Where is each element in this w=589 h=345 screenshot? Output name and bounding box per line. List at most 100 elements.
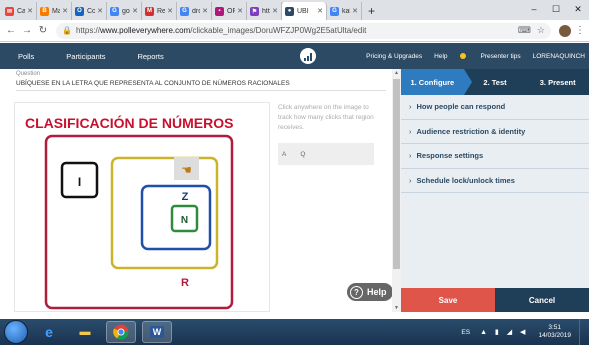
cancel-button[interactable]: Cancel [495,288,589,312]
help-question-icon: ? [350,285,363,299]
number-sets-diagram: CLASIFICACIÓN DE NÚMEROS I ☚ Z N R [25,114,233,310]
tab-title: Co [87,7,96,15]
tab-close-icon[interactable]: ✕ [202,7,208,15]
tab-title: Cal [17,7,25,15]
scroll-up-icon[interactable]: ▲ [392,70,401,76]
scroll-down-icon[interactable]: ▼ [392,305,401,311]
answer-regions: A Q [278,143,374,165]
start-button[interactable] [4,320,28,344]
help-link[interactable]: Help [434,53,447,60]
chrome-taskbar-icon[interactable] [106,321,136,343]
presenter-tips-link[interactable]: Presenter tips [459,53,521,60]
content-scrollbar[interactable]: ▲ ▼ [392,69,401,312]
bookmark-star-icon[interactable]: ☆ [537,25,545,36]
main-nav: Polls Participants Reports [0,52,178,61]
accordion-response-settings[interactable]: › Response settings [401,144,589,169]
tab-title: htt [262,7,270,15]
nav-polls[interactable]: Polls [18,52,34,61]
browser-tab[interactable]: Gdro✕ [177,2,212,20]
tab-close-icon[interactable]: ✕ [132,7,138,15]
answer-a[interactable]: A [282,151,286,158]
tab-close-icon[interactable]: ✕ [97,7,103,15]
app-header: Polls Participants Reports Pricing & Upg… [0,43,589,69]
browser-tab[interactable]: M Re ✕ [142,2,177,20]
new-tab-button[interactable]: + [368,2,375,20]
browser-tab[interactable]: ⚑ htt ✕ [247,2,282,20]
click-hint-text: Click anywhere on the image to track how… [278,104,374,131]
click-marker-icon: ☚ [181,163,192,177]
tab-favicon-icon: ▪ [215,6,224,16]
set-Z-label: Z [182,191,189,203]
close-window-icon[interactable]: ✕ [567,0,589,20]
chevron-right-icon: › [409,102,412,112]
window-controls: – ☐ ✕ [523,0,589,20]
tab-favicon-icon: ● [285,6,294,16]
browser-tab[interactable]: ● UBI ✕ [282,2,327,20]
tab-title: OR [227,7,235,15]
url-text: https://www.polleverywhere.com/clickable… [75,26,367,35]
tray-icons[interactable]: ▲ ▮ ◢ ◀ [480,328,528,336]
tab-title: Ma [52,7,60,15]
tab-close-icon[interactable]: ✕ [352,7,358,15]
minimize-icon[interactable]: – [523,0,545,20]
tab-close-icon[interactable]: ✕ [27,7,33,15]
back-icon[interactable]: ← [4,25,18,36]
user-menu[interactable]: LORENAQUINCH [533,53,585,60]
tab-close-icon[interactable]: ✕ [272,7,278,15]
forward-icon[interactable]: → [20,25,34,36]
browser-tab[interactable]: BMa✕ [37,2,72,20]
tab-present[interactable]: 3. Present [526,69,589,95]
answer-q[interactable]: Q [300,151,305,158]
address-bar: ← → ↻ 🔒 https://www.polleverywhere.com/c… [0,20,589,42]
tab-title: kah [342,7,350,15]
tab-list: ✉Cal✕BMa✕OCo✕Ggoo✕MRe✕Gdro✕▪OR✕⚑htt✕●UBI… [2,2,362,20]
show-desktop-button[interactable] [579,319,585,345]
clock[interactable]: 3:51 14/03/2019 [538,324,571,340]
language-indicator[interactable]: ES [461,329,470,336]
browser-tab[interactable]: ▪OR✕ [212,2,247,20]
ie-taskbar-icon[interactable]: e [34,321,64,343]
accordion-how-people-respond[interactable]: › How people can respond [401,95,589,120]
accordion-schedule-lock[interactable]: › Schedule lock/unlock times [401,169,589,193]
translate-icon[interactable]: ⌨ [518,25,531,36]
help-button[interactable]: ? Help [347,283,393,301]
browser-tab[interactable]: Gkah✕ [327,2,362,20]
tab-favicon-icon: G [180,6,189,16]
save-button[interactable]: Save [401,288,495,312]
tab-favicon-icon: G [110,6,119,16]
pricing-link[interactable]: Pricing & Upgrades [366,53,422,60]
maximize-icon[interactable]: ☐ [545,0,567,20]
system-tray: ES ▲ ▮ ◢ ◀ 3:51 14/03/2019 [461,319,585,345]
header-right: Pricing & Upgrades Help Presenter tips L… [354,43,585,69]
browser-tab[interactable]: ✉Cal✕ [2,2,37,20]
tab-test[interactable]: 2. Test [464,69,527,95]
tab-configure[interactable]: 1. Configure [401,69,472,95]
chevron-right-icon: › [409,175,412,185]
reload-icon[interactable]: ↻ [36,25,50,36]
accordion-audience-restriction[interactable]: › Audience restriction & identity [401,120,589,144]
question-text-field[interactable]: UBÍQUESE EN LA LETRA QUE REPRESENTA AL C… [16,80,386,91]
tab-close-icon[interactable]: ✕ [237,7,243,15]
polleverywhere-logo-icon[interactable] [300,48,316,64]
nav-reports[interactable]: Reports [137,52,163,61]
nav-participants[interactable]: Participants [66,52,105,61]
url-input[interactable]: 🔒 https://www.polleverywhere.com/clickab… [56,22,551,39]
menu-kebab-icon[interactable]: ⋮ [575,25,585,36]
tab-close-icon[interactable]: ✕ [317,7,323,15]
tab-close-icon[interactable]: ✕ [167,7,173,15]
question-label: Question [16,71,41,77]
word-taskbar-icon[interactable]: W [142,321,172,343]
profile-avatar[interactable] [559,24,571,37]
panel-actions: Save Cancel [401,288,589,312]
tab-favicon-icon: G [330,6,339,16]
tab-close-icon[interactable]: ✕ [62,7,68,15]
browser-tab[interactable]: O Co ✕ [72,2,107,20]
scroll-thumb[interactable] [393,79,400,269]
tab-favicon-icon: M [145,6,154,16]
chevron-right-icon: › [409,126,412,136]
browser-tab[interactable]: Ggoo✕ [107,2,142,20]
settings-panel: 1. Configure 2. Test 3. Present › How peo… [401,69,589,312]
explorer-taskbar-icon[interactable]: ▬ [70,321,100,343]
clickable-image[interactable]: CLASIFICACIÓN DE NÚMEROS I ☚ Z N R [14,102,270,312]
tab-title: goo [122,7,130,15]
